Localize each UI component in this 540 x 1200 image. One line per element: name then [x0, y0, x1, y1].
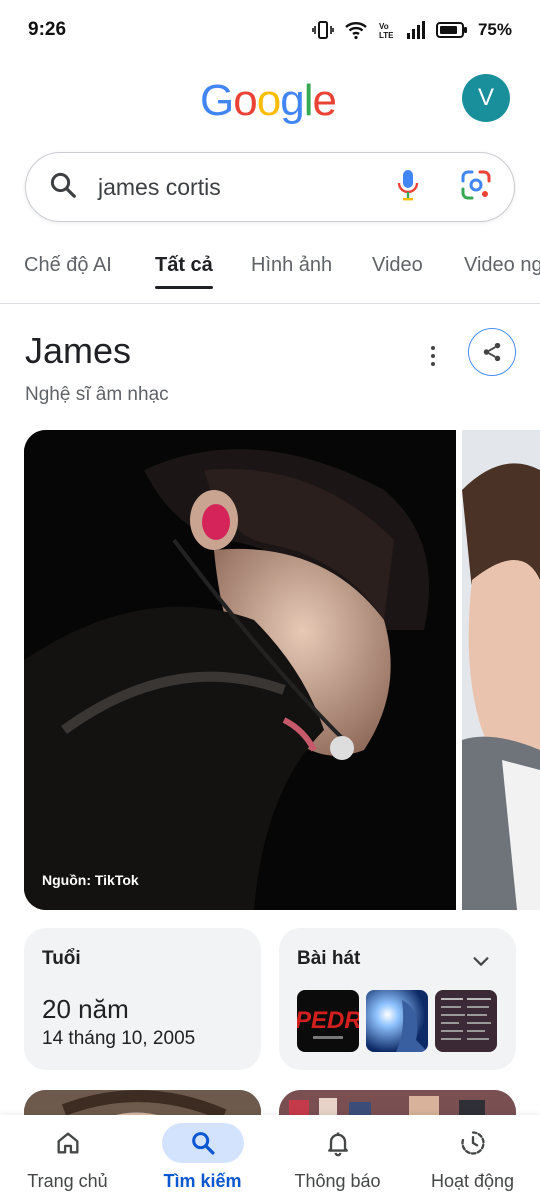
portrait-photo-2	[462, 430, 540, 910]
tab-ai-mode[interactable]: Chế độ AI	[24, 254, 112, 277]
portrait-photo	[24, 430, 456, 910]
tab-images[interactable]: Hình ảnh	[251, 254, 332, 277]
entity-photo-main[interactable]: Nguồn: TikTok	[24, 430, 456, 910]
share-icon	[483, 342, 501, 362]
nav-notifications-label: Thông báo	[294, 1171, 381, 1191]
nav-home[interactable]: Trang chủ	[0, 1115, 135, 1200]
entity-subtitle: Nghệ sĩ âm nhạc	[25, 384, 169, 405]
google-lens-icon[interactable]	[460, 169, 492, 206]
birth-date: 14 tháng 10, 2005	[42, 1028, 196, 1049]
logo-letter: G	[200, 76, 234, 125]
logo-letter: o	[233, 76, 258, 125]
battery-icon	[435, 21, 468, 39]
logo-letter: e	[312, 76, 337, 125]
activity-icon	[432, 1123, 514, 1163]
wifi-icon	[344, 20, 368, 40]
search-icon	[48, 170, 78, 205]
bottom-navigation: Trang chủ Tìm kiếm Thông báo Hoạt động	[0, 1115, 540, 1200]
nav-activity-label: Hoạt động	[430, 1171, 515, 1191]
nav-search[interactable]: Tìm kiếm	[135, 1115, 270, 1200]
signal-icon	[406, 21, 426, 39]
battery-percent: 75%	[477, 20, 512, 39]
songs-label: Bài hát	[297, 948, 361, 969]
nav-home-label: Trang chủ	[27, 1171, 108, 1191]
age-card[interactable]: Tuổi 20 năm 14 tháng 10, 2005	[24, 928, 261, 1070]
search-tabs: Chế độ AI Tất cả Hình ảnh Video Video ng	[0, 236, 540, 304]
chevron-down-icon[interactable]	[470, 950, 492, 977]
nav-activity[interactable]: Hoạt động	[405, 1115, 540, 1200]
search-input[interactable]: james cortis	[98, 174, 396, 201]
home-icon	[27, 1123, 109, 1163]
microphone-icon[interactable]	[396, 169, 420, 206]
status-time: 9:26	[28, 19, 67, 40]
nav-notifications[interactable]: Thông báo	[270, 1115, 405, 1200]
more-options-button[interactable]	[420, 338, 446, 374]
nav-search-label: Tìm kiếm	[163, 1171, 242, 1191]
search-bar[interactable]: james cortis	[25, 152, 515, 222]
song-thumbnail-2[interactable]	[366, 990, 428, 1052]
svg-text:PEDR: PEDR	[297, 1007, 359, 1034]
vibrate-icon	[312, 20, 334, 40]
search-icon	[161, 1123, 244, 1163]
tab-videos[interactable]: Video	[372, 254, 423, 277]
google-logo[interactable]: Google	[200, 76, 337, 126]
app-header: Google V	[0, 68, 540, 130]
share-button[interactable]	[468, 328, 516, 376]
age-label: Tuổi	[42, 948, 81, 969]
status-icons: Vo LTE 75%	[312, 20, 512, 40]
svg-text:Vo: Vo	[379, 22, 389, 31]
age-value: 20 năm	[42, 994, 129, 1024]
volte-icon: Vo LTE	[378, 20, 396, 40]
logo-letter: g	[280, 76, 305, 125]
entity-title: James	[25, 330, 132, 371]
tab-short-videos[interactable]: Video ng	[464, 254, 540, 277]
songs-card[interactable]: Bài hát PEDR	[279, 928, 516, 1070]
song-thumbnail-3[interactable]	[435, 990, 497, 1052]
entity-photo-secondary[interactable]	[462, 430, 540, 910]
image-source-label: Nguồn: TikTok	[42, 872, 139, 888]
tab-all[interactable]: Tất cả	[155, 254, 213, 289]
more-dot-icon	[431, 354, 435, 358]
more-dot-icon	[431, 362, 435, 366]
more-dot-icon	[431, 346, 435, 350]
svg-text:LTE: LTE	[379, 31, 394, 40]
logo-letter: o	[256, 76, 282, 125]
status-bar: 9:26 Vo LTE 75%	[0, 0, 540, 60]
song-thumbnail-1[interactable]: PEDR	[297, 990, 359, 1052]
bell-icon	[297, 1123, 379, 1163]
avatar[interactable]: V	[462, 74, 510, 122]
